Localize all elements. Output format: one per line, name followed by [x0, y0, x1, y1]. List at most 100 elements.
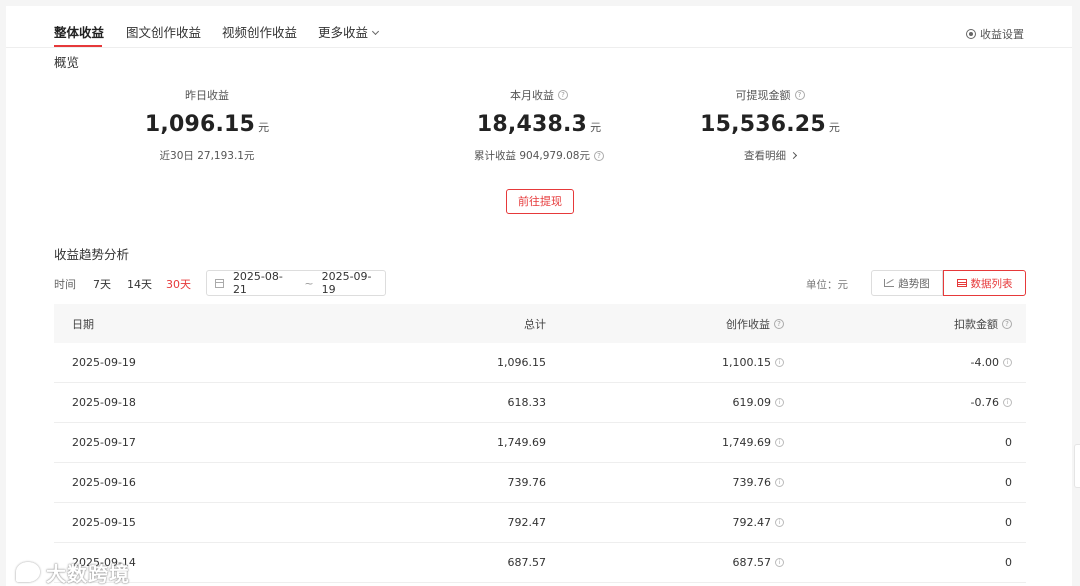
- cell-creation-income-value: 739.76: [732, 476, 772, 489]
- cell-deduction: -4.00 i: [971, 343, 1012, 382]
- tab-more-income[interactable]: 更多收益: [318, 22, 380, 41]
- info-icon[interactable]: i: [775, 358, 784, 367]
- cell-deduction: 0: [1005, 503, 1012, 542]
- cell-creation-income: 619.09 i: [732, 383, 784, 422]
- data-list-label: 数据列表: [970, 277, 1013, 290]
- table-row: 2025-09-19 1,096.15 1,100.15 i -4.00 i: [54, 343, 1026, 383]
- line-chart-icon: [884, 279, 895, 287]
- header-date: 日期: [72, 317, 94, 331]
- cell-deduction-value: -4.00: [970, 356, 999, 369]
- trend-chart-button[interactable]: 趋势图: [871, 270, 943, 296]
- active-tab-indicator: [54, 45, 102, 47]
- cell-total: 1,749.69: [497, 423, 546, 462]
- cell-total: 687.57: [508, 543, 547, 582]
- stat-yesterday-label: 昨日收益: [185, 89, 229, 102]
- cell-creation-income-value: 687.57: [732, 556, 772, 569]
- stat-withdrawable-unit: 元: [828, 121, 840, 134]
- table-icon: [956, 279, 967, 287]
- info-icon[interactable]: i: [775, 478, 784, 487]
- help-icon[interactable]: ?: [1002, 318, 1012, 329]
- stat-month-sub: 累计收益 904,979.08元: [474, 150, 590, 162]
- tab-overall-income[interactable]: 整体收益: [54, 22, 104, 41]
- table-row: 2025-09-16 739.76 739.76 i 0: [54, 463, 1026, 503]
- date-start: 2025-08-21: [232, 270, 283, 296]
- stat-this-month: 本月收益? 18,438.3 元 累计收益 904,979.08元?: [429, 88, 649, 163]
- help-icon[interactable]: ?: [558, 90, 568, 100]
- income-tabs: 整体收益 图文创作收益 视频创作收益 更多收益 收益设置: [6, 6, 1072, 48]
- cell-date: 2025-09-16: [72, 463, 136, 502]
- stat-month-value: 18,438.3: [476, 112, 588, 137]
- cell-deduction-value: 0: [1005, 436, 1012, 449]
- watermark-text: 大数跨境: [46, 561, 130, 586]
- cell-total-value: 1,096.15: [497, 356, 546, 369]
- withdraw-button[interactable]: 前往提现: [506, 189, 574, 214]
- trend-chart-label: 趋势图: [898, 277, 930, 290]
- help-icon[interactable]: ?: [774, 318, 784, 329]
- cell-total: 1,096.15: [497, 343, 546, 382]
- cell-creation-income: 1,749.69 i: [722, 423, 784, 462]
- header-creation-income: 创作收益?: [726, 304, 784, 343]
- table-row: 2025-09-15 792.47 792.47 i 0: [54, 503, 1026, 543]
- trend-title: 收益趋势分析: [54, 247, 130, 262]
- gear-icon: [966, 29, 976, 39]
- table-row: 2025-09-18 618.33 619.09 i -0.76 i: [54, 383, 1026, 423]
- cell-total: 739.76: [508, 463, 547, 502]
- cell-creation-income-value: 792.47: [732, 516, 772, 529]
- stat-yesterday-value: 1,096.15: [144, 112, 256, 137]
- table-header: 日期 总计 创作收益? 扣款金额?: [54, 304, 1026, 343]
- chevron-down-icon: [371, 27, 380, 36]
- income-settings-link[interactable]: 收益设置: [966, 26, 1024, 42]
- info-icon[interactable]: i: [1003, 358, 1012, 367]
- info-icon[interactable]: i: [775, 558, 784, 567]
- cell-date-value: 2025-09-18: [72, 396, 136, 409]
- info-icon[interactable]: i: [775, 398, 784, 407]
- cell-total: 792.47: [508, 503, 547, 542]
- tab-more-label: 更多收益: [318, 25, 369, 40]
- info-icon[interactable]: i: [1003, 398, 1012, 407]
- tab-video-income[interactable]: 视频创作收益: [222, 22, 297, 41]
- cell-deduction-value: 0: [1005, 556, 1012, 569]
- unit-label: 单位：元: [806, 279, 848, 291]
- cell-date: 2025-09-18: [72, 383, 136, 422]
- stat-withdrawable-label: 可提现金额: [735, 89, 791, 102]
- view-toggle: 趋势图 数据列表: [871, 270, 1026, 296]
- cell-date-value: 2025-09-15: [72, 516, 136, 529]
- data-list-button[interactable]: 数据列表: [943, 270, 1026, 296]
- cell-date-value: 2025-09-17: [72, 436, 136, 449]
- range-30-days[interactable]: 30天: [166, 276, 191, 292]
- range-14-days[interactable]: 14天: [127, 276, 152, 292]
- cell-total: 618.33: [508, 383, 547, 422]
- side-drawer-handle[interactable]: [1074, 444, 1080, 488]
- overview-title: 概览: [54, 55, 80, 70]
- date-range-picker[interactable]: 2025-08-21 ~ 2025-09-19: [206, 270, 386, 296]
- cell-total-value: 1,749.69: [497, 436, 546, 449]
- view-details-link[interactable]: 查看明细: [660, 148, 880, 163]
- settings-label: 收益设置: [980, 28, 1024, 41]
- info-icon[interactable]: i: [775, 518, 784, 527]
- header-creation-label: 创作收益: [726, 317, 770, 331]
- cell-creation-income-value: 1,749.69: [722, 436, 771, 449]
- cell-date: 2025-09-15: [72, 503, 136, 542]
- cell-creation-income: 792.47 i: [732, 503, 784, 542]
- cell-deduction-value: 0: [1005, 476, 1012, 489]
- date-end: 2025-09-19: [321, 270, 372, 296]
- header-deduction-label: 扣款金额: [954, 317, 998, 331]
- help-icon[interactable]: ?: [593, 150, 604, 161]
- cell-total-value: 618.33: [507, 396, 547, 409]
- help-icon[interactable]: ?: [794, 90, 805, 100]
- watermark: 大数跨境: [16, 558, 130, 586]
- cell-creation-income-value: 1,100.15: [722, 356, 771, 369]
- chevron-right-icon: [789, 151, 798, 160]
- cell-date: 2025-09-17: [72, 423, 136, 462]
- tab-article-income[interactable]: 图文创作收益: [126, 22, 201, 41]
- cell-creation-income: 687.57 i: [732, 543, 784, 582]
- cell-creation-income-value: 619.09: [732, 396, 772, 409]
- watermark-logo-icon: [16, 562, 40, 582]
- range-7-days[interactable]: 7天: [93, 276, 111, 292]
- cell-deduction: 0: [1005, 463, 1012, 502]
- info-icon[interactable]: i: [775, 438, 784, 447]
- time-label: 时间: [54, 278, 76, 291]
- cell-total-value: 792.47: [507, 516, 547, 529]
- cell-date: 2025-09-19: [72, 343, 136, 382]
- cell-creation-income: 739.76 i: [732, 463, 784, 502]
